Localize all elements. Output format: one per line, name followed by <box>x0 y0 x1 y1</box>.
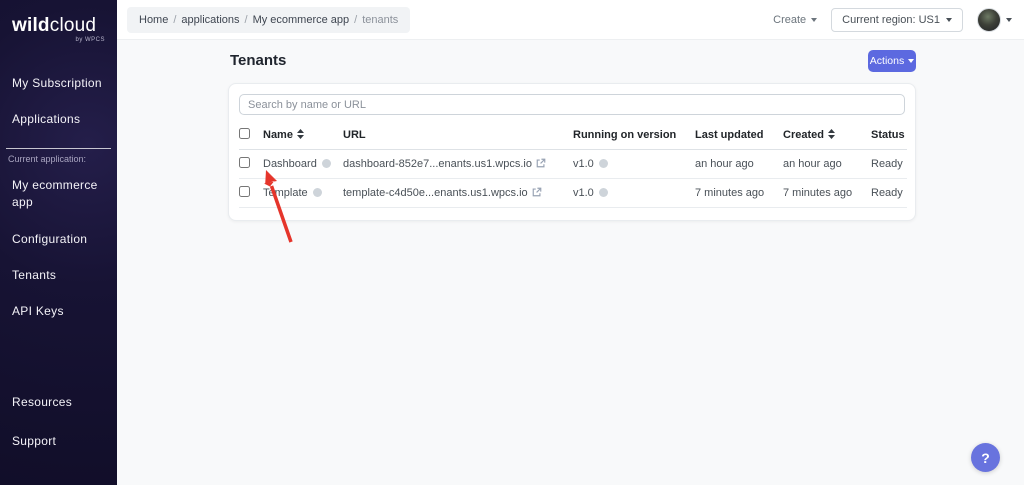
breadcrumb-separator: / <box>244 14 248 26</box>
info-icon[interactable] <box>598 188 608 197</box>
help-button[interactable]: ? <box>971 443 1000 472</box>
breadcrumb-applications[interactable]: applications <box>181 14 239 26</box>
logo-text-bold: wild <box>12 15 50 36</box>
breadcrumb: Home / applications / My ecommerce app /… <box>127 7 411 33</box>
logo-text-light: cloud <box>49 15 97 36</box>
tenant-created: 7 minutes ago <box>783 187 853 199</box>
info-icon[interactable] <box>312 188 322 197</box>
topbar-right: Create Current region: US1 <box>773 0 1012 40</box>
sidebar-item-resources[interactable]: Resources <box>0 394 117 411</box>
external-link-icon[interactable] <box>532 187 542 200</box>
select-all-checkbox[interactable] <box>239 128 250 139</box>
user-menu[interactable] <box>977 8 1012 32</box>
sidebar-item-configuration[interactable]: Configuration <box>0 231 117 248</box>
tenant-name: Dashboard <box>263 158 317 170</box>
search-input[interactable] <box>239 94 905 115</box>
status-badge: Ready <box>871 187 903 199</box>
column-header-status: Status <box>871 129 905 141</box>
tenants-card: Name URL Running on version Last updated… <box>228 83 916 221</box>
breadcrumb-tenants: tenants <box>362 14 399 26</box>
breadcrumb-home[interactable]: Home <box>139 14 168 26</box>
tenants-table: Name URL Running on version Last updated… <box>239 124 907 208</box>
help-button-label: ? <box>981 449 990 466</box>
caret-down-icon <box>1006 18 1012 22</box>
row-checkbox[interactable] <box>239 186 250 197</box>
status-badge: Ready <box>871 158 903 170</box>
topbar: Home / applications / My ecommerce app /… <box>117 0 1024 40</box>
sidebar-bottom-nav: Resources Support <box>0 394 117 471</box>
sidebar: wildcloud by WPCS My Subscription Applic… <box>0 0 117 485</box>
column-header-last-updated: Last updated <box>695 129 764 141</box>
tenant-url: template-c4d50e...enants.us1.wpcs.io <box>343 186 528 199</box>
wildcloud-logo: wildcloud by WPCS <box>0 0 117 43</box>
breadcrumb-separator: / <box>173 14 177 26</box>
column-header-version: Running on version <box>573 129 677 141</box>
tenant-version: v1.0 <box>573 187 594 199</box>
caret-down-icon <box>946 18 952 22</box>
actions-button-label: Actions <box>869 55 905 67</box>
sidebar-item-applications[interactable]: Applications <box>0 111 117 128</box>
breadcrumb-my-ecommerce-app[interactable]: My ecommerce app <box>253 14 350 26</box>
create-button-label: Create <box>773 14 807 26</box>
column-header-name[interactable]: Name <box>263 129 293 141</box>
table-row[interactable]: Dashboard dashboard-852e7...enants.us1.w… <box>239 149 907 179</box>
tenant-last-updated: 7 minutes ago <box>695 187 765 199</box>
sidebar-divider <box>6 147 111 149</box>
tenant-created: an hour ago <box>783 158 842 170</box>
tenant-url: dashboard-852e7...enants.us1.wpcs.io <box>343 157 532 170</box>
region-selector-label: Current region: US1 <box>842 14 940 26</box>
table-row[interactable]: Template template-c4d50e...enants.us1.wp… <box>239 178 907 208</box>
breadcrumb-separator: / <box>354 14 358 26</box>
row-checkbox[interactable] <box>239 157 250 168</box>
sidebar-item-my-ecommerce-app[interactable]: My ecommerce app <box>0 177 117 212</box>
caret-down-icon <box>908 59 915 63</box>
tenant-name: Template <box>263 187 308 199</box>
tenant-version: v1.0 <box>573 158 594 170</box>
external-link-icon[interactable] <box>536 158 546 171</box>
column-header-created[interactable]: Created <box>783 129 824 141</box>
sort-icon[interactable] <box>296 128 304 142</box>
logo-byline: by WPCS <box>75 37 105 43</box>
current-application-label: Current application: <box>8 153 87 164</box>
main-content: Tenants Actions Name URL Running on vers… <box>117 40 1024 485</box>
page-title: Tenants <box>230 52 287 69</box>
sort-icon[interactable] <box>827 128 835 142</box>
info-icon[interactable] <box>321 159 331 168</box>
sidebar-nav: My Subscription Applications Current app… <box>0 75 117 321</box>
sidebar-item-support[interactable]: Support <box>0 433 117 450</box>
sidebar-item-my-subscription[interactable]: My Subscription <box>0 75 117 92</box>
region-selector-button[interactable]: Current region: US1 <box>831 8 963 32</box>
sidebar-item-api-keys[interactable]: API Keys <box>0 303 117 320</box>
tenant-last-updated: an hour ago <box>695 158 754 170</box>
sidebar-item-tenants[interactable]: Tenants <box>0 267 117 284</box>
column-header-url: URL <box>343 129 366 141</box>
table-header-row: Name URL Running on version Last updated… <box>239 124 907 150</box>
create-button[interactable]: Create <box>773 14 818 26</box>
caret-down-icon <box>811 18 818 22</box>
info-icon[interactable] <box>598 159 608 168</box>
avatar <box>977 8 1001 32</box>
actions-button[interactable]: Actions <box>868 50 916 72</box>
